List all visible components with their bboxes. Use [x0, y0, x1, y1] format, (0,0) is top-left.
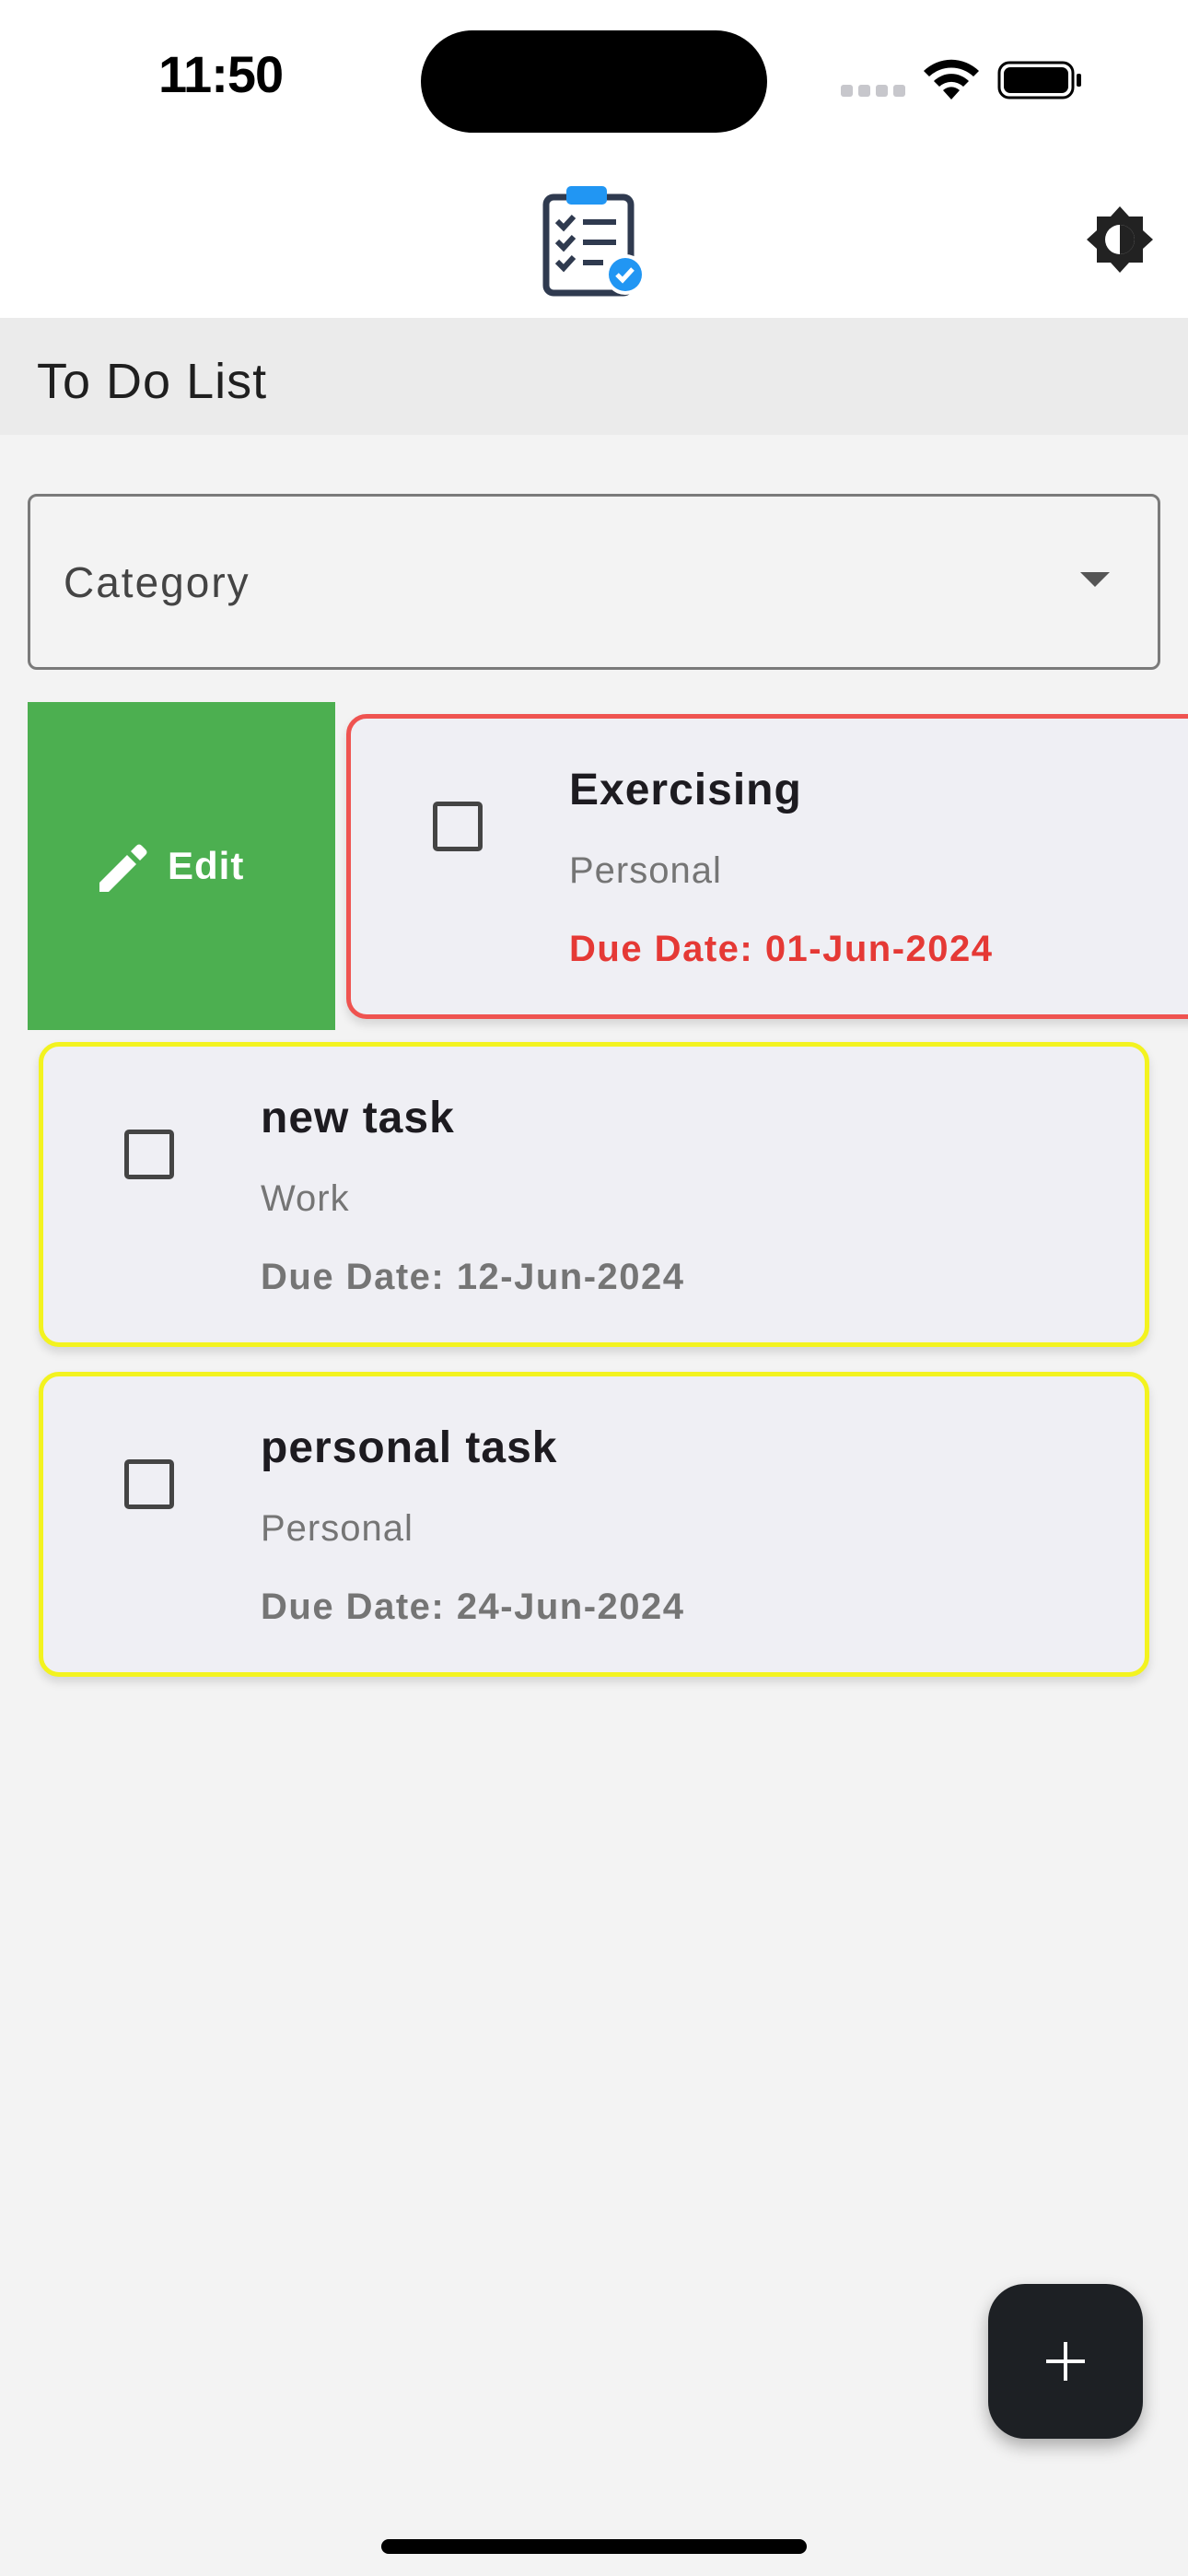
app-screen: 11:50 To Do List Category Edit Exercisin…: [0, 0, 1188, 2576]
category-dropdown[interactable]: Category: [28, 494, 1160, 670]
edit-swipe-action[interactable]: Edit: [28, 702, 335, 1030]
battery-icon: [997, 61, 1081, 100]
task-name: new task: [261, 1094, 455, 1142]
task-category: Work: [261, 1178, 350, 1219]
clipboard-checklist-icon: [542, 186, 646, 297]
task-checkbox[interactable]: [433, 802, 483, 851]
status-bar: 11:50: [0, 0, 1188, 157]
task-name: personal task: [261, 1423, 558, 1472]
task-checkbox[interactable]: [124, 1459, 174, 1509]
category-dropdown-label: Category: [64, 558, 250, 606]
task-due-date: Due Date: 24-Jun-2024: [261, 1587, 685, 1627]
dropdown-arrow-icon: [1080, 572, 1110, 587]
task-due-date: Due Date: 01-Jun-2024: [569, 929, 994, 969]
task-name: Exercising: [569, 766, 802, 814]
cellular-signal-icon: [841, 85, 905, 98]
status-time: 11:50: [158, 45, 284, 103]
page-title-bar: To Do List: [0, 318, 1188, 435]
task-card[interactable]: personal task Personal Due Date: 24-Jun-…: [39, 1372, 1149, 1677]
brightness-contrast-icon[interactable]: [1085, 205, 1155, 275]
add-task-button[interactable]: [988, 2284, 1143, 2439]
home-indicator: [381, 2539, 807, 2554]
task-card[interactable]: Exercising Personal Due Date: 01-Jun-202…: [346, 714, 1188, 1019]
task-card[interactable]: new task Work Due Date: 12-Jun-2024: [39, 1042, 1149, 1347]
pencil-icon: [99, 844, 147, 892]
wifi-icon: [924, 59, 979, 100]
task-category: Personal: [569, 850, 722, 891]
task-checkbox[interactable]: [124, 1130, 174, 1179]
edit-label: Edit: [168, 844, 245, 887]
app-bar: [0, 157, 1188, 318]
page-title: To Do List: [37, 354, 268, 409]
task-category: Personal: [261, 1508, 413, 1549]
dynamic-island: [421, 30, 767, 133]
task-due-date: Due Date: 12-Jun-2024: [261, 1257, 685, 1297]
plus-icon: [1046, 2342, 1085, 2381]
